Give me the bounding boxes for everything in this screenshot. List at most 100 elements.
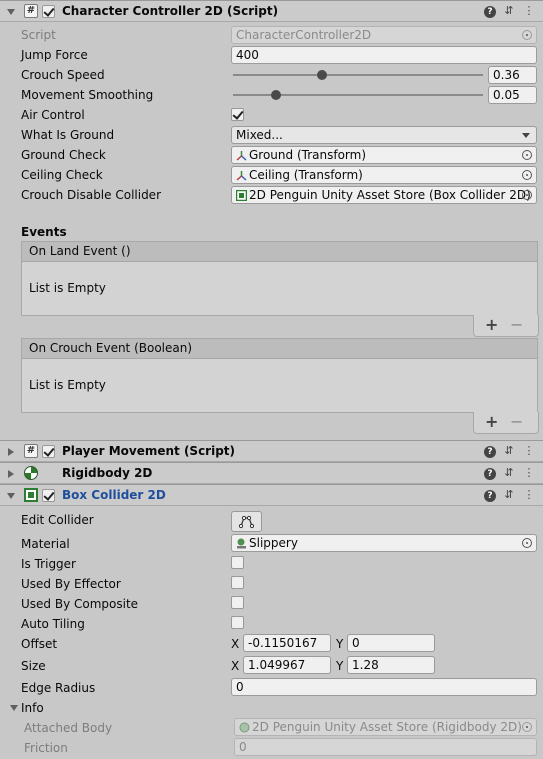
offset-y-label: Y [336, 637, 344, 651]
used-by-effector-checkbox[interactable] [231, 576, 244, 589]
box-collider-icon [24, 488, 38, 502]
object-picker-icon[interactable] [522, 150, 532, 160]
edit-collider-button[interactable] [231, 511, 262, 532]
preset-sliders-icon[interactable]: ⇵ [502, 4, 516, 18]
movement-smoothing-slider-thumb[interactable] [271, 90, 281, 100]
attached-body-label: Attached Body [24, 721, 113, 735]
size-y-input[interactable]: 1.28 [347, 656, 435, 674]
info-foldout-icon[interactable] [10, 705, 18, 711]
edge-radius-label: Edge Radius [21, 681, 96, 695]
help-icon[interactable]: ? [484, 468, 496, 480]
material-value: Slippery [249, 536, 298, 550]
edge-radius-input[interactable]: 0 [231, 678, 537, 696]
crouch-speed-slider-thumb[interactable] [317, 70, 327, 80]
object-picker-icon[interactable] [522, 170, 532, 180]
what-is-ground-label: What Is Ground [21, 128, 115, 142]
script-hash-icon: # [24, 444, 38, 458]
ground-check-label: Ground Check [21, 148, 106, 162]
offset-label: Offset [21, 637, 58, 651]
crouch-speed-label: Crouch Speed [21, 68, 105, 82]
physics-material-icon [237, 538, 246, 549]
help-icon[interactable]: ? [484, 446, 496, 458]
jump-force-input[interactable]: 400 [231, 46, 537, 64]
kebab-menu-icon[interactable]: ⋮ [522, 466, 536, 480]
transform-icon [236, 171, 247, 181]
component-title: Character Controller 2D (Script) [62, 4, 279, 18]
add-item-button[interactable]: + [485, 412, 498, 431]
list-empty-text: List is Empty [29, 378, 106, 392]
object-picker-icon[interactable] [522, 538, 532, 548]
script-value: CharacterController2D [236, 28, 372, 42]
on-land-event-footer: + − [473, 315, 539, 337]
crouch-disable-collider-value: 2D Penguin Unity Asset Store (Box Collid… [249, 188, 531, 202]
transform-icon [236, 151, 247, 161]
size-x-label: X [231, 659, 240, 673]
on-land-event-title: On Land Event () [29, 244, 131, 258]
edit-collider-icon [238, 515, 255, 529]
offset-x-input[interactable]: -0.1150167 [243, 634, 331, 652]
box-collider-2d-header[interactable]: Box Collider 2D ? ⇵ ⋮ [0, 484, 543, 506]
ceiling-check-field[interactable]: Ceiling (Transform) [231, 166, 537, 184]
movement-smoothing-input[interactable]: 0.05 [488, 86, 537, 104]
edit-collider-label: Edit Collider [21, 513, 94, 527]
kebab-menu-icon[interactable]: ⋮ [522, 4, 536, 18]
rigidbody-icon [24, 466, 38, 480]
crouch-speed-input[interactable]: 0.36 [488, 66, 537, 84]
crouch-disable-collider-field[interactable]: 2D Penguin Unity Asset Store (Box Collid… [231, 186, 537, 204]
foldout-expanded-icon[interactable] [7, 493, 15, 499]
foldout-expanded-icon[interactable] [7, 9, 15, 15]
box-collider-icon [236, 190, 247, 201]
auto-tiling-checkbox[interactable] [231, 616, 244, 629]
script-field: CharacterController2D [231, 26, 537, 44]
character-controller-header[interactable]: # Character Controller 2D (Script) ? ⇵ ⋮ [0, 0, 543, 22]
what-is-ground-value: Mixed... [236, 128, 283, 142]
foldout-collapsed-icon[interactable] [8, 448, 14, 456]
preset-sliders-icon[interactable]: ⇵ [502, 444, 516, 458]
component-enabled-checkbox[interactable] [42, 489, 55, 502]
foldout-collapsed-icon[interactable] [8, 470, 14, 478]
friction-field: 0 [234, 738, 537, 756]
help-icon[interactable]: ? [484, 490, 496, 502]
kebab-menu-icon[interactable]: ⋮ [522, 444, 536, 458]
component-enabled-checkbox[interactable] [42, 445, 55, 458]
info-label[interactable]: Info [21, 701, 44, 715]
remove-item-button[interactable]: − [510, 315, 523, 334]
events-heading: Events [21, 225, 67, 239]
component-enabled-checkbox[interactable] [42, 5, 55, 18]
on-crouch-event-footer: + − [473, 412, 539, 434]
chevron-down-icon [522, 133, 530, 138]
preset-sliders-icon[interactable]: ⇵ [502, 466, 516, 480]
used-by-composite-label: Used By Composite [21, 597, 139, 611]
what-is-ground-dropdown[interactable]: Mixed... [231, 126, 537, 144]
remove-item-button[interactable]: − [510, 412, 523, 431]
kebab-menu-icon[interactable]: ⋮ [522, 488, 536, 502]
attached-body-value: 2D Penguin Unity Asset Store (Rigidbody … [252, 720, 522, 734]
air-control-checkbox[interactable] [231, 108, 244, 121]
movement-smoothing-label: Movement Smoothing [21, 88, 154, 102]
rigidbody-2d-header[interactable]: Rigidbody 2D ? ⇵ ⋮ [0, 462, 543, 484]
offset-y-input[interactable]: 0 [347, 634, 435, 652]
help-icon[interactable]: ? [484, 6, 496, 18]
object-picker-icon[interactable] [522, 190, 532, 200]
crouch-disable-collider-label: Crouch Disable Collider [21, 188, 161, 202]
used-by-composite-checkbox[interactable] [231, 596, 244, 609]
jump-force-label: Jump Force [21, 48, 88, 62]
ground-check-field[interactable]: Ground (Transform) [231, 146, 537, 164]
is-trigger-checkbox[interactable] [231, 556, 244, 569]
list-empty-text: List is Empty [29, 281, 106, 295]
component-title: Rigidbody 2D [62, 466, 153, 480]
add-item-button[interactable]: + [485, 315, 498, 334]
script-label: Script [21, 28, 56, 42]
preset-sliders-icon[interactable]: ⇵ [502, 488, 516, 502]
object-picker-icon [522, 30, 532, 40]
player-movement-header[interactable]: # Player Movement (Script) ? ⇵ ⋮ [0, 440, 543, 462]
size-y-label: Y [336, 659, 344, 673]
on-crouch-event-header: On Crouch Event (Boolean) [22, 339, 537, 359]
on-crouch-event-list: On Crouch Event (Boolean) List is Empty [21, 338, 538, 413]
crouch-speed-slider-track[interactable] [233, 74, 483, 76]
on-land-event-header: On Land Event () [22, 242, 537, 262]
ceiling-check-label: Ceiling Check [21, 168, 103, 182]
attached-body-field: 2D Penguin Unity Asset Store (Rigidbody … [234, 718, 537, 736]
material-field[interactable]: Slippery [231, 534, 537, 552]
size-x-input[interactable]: 1.049967 [243, 656, 331, 674]
